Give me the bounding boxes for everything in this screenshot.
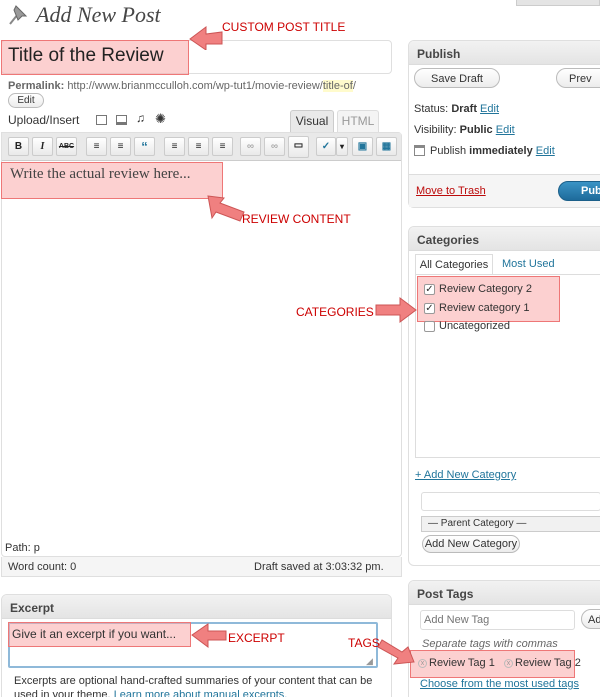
visibility-row: Visibility: Public Edit	[414, 124, 515, 136]
publish-button[interactable]: Pub	[558, 181, 600, 201]
excerpt-help: Excerpts are optional hand-crafted summa…	[14, 674, 384, 697]
unlink-button[interactable]: ∞	[264, 137, 285, 156]
excerpt-header: Excerpt	[2, 595, 391, 619]
align-right-button[interactable]: ≡	[212, 137, 233, 156]
add-new-category-link[interactable]: + Add New Category	[415, 469, 516, 481]
page-title: Add New Post	[36, 2, 161, 27]
tag-item-2: Review Tag 2	[515, 657, 581, 669]
bullet-list-button[interactable]: ≡	[86, 137, 107, 156]
add-audio-icon[interactable]: ♫	[136, 111, 145, 125]
categories-header: Categories	[409, 227, 600, 251]
resize-handle-icon[interactable]: ◢	[366, 656, 373, 667]
tab-all-categories[interactable]: All Categories	[415, 254, 493, 274]
fullscreen-button[interactable]: ▣	[352, 137, 373, 156]
tag-remove-icon-1[interactable]: x	[418, 659, 427, 668]
status-value: Draft	[451, 103, 477, 115]
tags-hint: Separate tags with commas	[422, 638, 558, 650]
tag-item-1: Review Tag 1	[429, 657, 495, 669]
status-row: Status: Draft Edit	[414, 103, 500, 115]
move-to-trash-link[interactable]: Move to Trash	[416, 185, 486, 197]
draft-saved-status: Draft saved at 3:03:32 pm.	[254, 561, 384, 573]
arrow-tags	[378, 639, 415, 665]
visibility-edit-link[interactable]: Edit	[496, 124, 515, 136]
arrow-title	[189, 26, 223, 50]
preview-button[interactable]: Prev	[556, 68, 600, 88]
editor-content-text: Write the actual review here...	[10, 166, 191, 182]
tab-most-used[interactable]: Most Used	[502, 258, 555, 270]
permalink-slug[interactable]: title-of	[322, 80, 353, 92]
annotation-content: REVIEW CONTENT	[242, 212, 351, 226]
permalink-row: Permalink: http://www.brianmcculloh.com/…	[8, 80, 356, 92]
italic-button[interactable]: I	[32, 137, 53, 156]
publish-date-row: Publish immediately Edit	[430, 145, 555, 157]
calendar-icon	[414, 145, 425, 156]
annotation-tags: TAGS	[348, 636, 380, 650]
publish-date-value: immediately	[469, 145, 533, 157]
bold-button[interactable]: B	[8, 137, 29, 156]
parent-category-select[interactable]: — Parent Category —	[421, 516, 600, 532]
tab-html[interactable]: HTML	[337, 110, 379, 132]
arrow-content	[207, 195, 245, 222]
tab-visual[interactable]: Visual	[290, 110, 334, 132]
blockquote-button[interactable]: “	[134, 137, 155, 156]
screen-options-tab[interactable]	[516, 0, 600, 6]
annotation-excerpt: EXCERPT	[228, 631, 285, 645]
permalink-tail: /	[352, 80, 356, 92]
permalink-label: Permalink:	[8, 80, 65, 92]
more-tag-button[interactable]: ▭	[288, 136, 309, 158]
annotation-categories: CATEGORIES	[296, 305, 374, 319]
kitchen-sink-button[interactable]: ▦	[376, 137, 397, 156]
excerpt-help-link[interactable]: Learn more about manual excerpts.	[114, 689, 288, 697]
annotation-title: CUSTOM POST TITLE	[222, 20, 346, 34]
permalink-edit-button[interactable]: Edit	[8, 93, 44, 108]
add-media-icon[interactable]: ✺	[155, 111, 166, 127]
add-new-category-button[interactable]: Add New Category	[422, 535, 520, 553]
category-label-3: Uncategorized	[439, 320, 510, 332]
add-video-icon[interactable]	[116, 115, 127, 125]
add-tag-button[interactable]: Ad	[581, 609, 600, 629]
arrow-categories	[375, 297, 417, 323]
category-label-2: Review category 1	[439, 302, 530, 314]
permalink-url: http://www.brianmcculloh.com/wp-tut1/mov…	[67, 80, 323, 92]
visibility-value: Public	[459, 124, 493, 136]
align-left-button[interactable]: ≡	[164, 137, 185, 156]
status-edit-link[interactable]: Edit	[480, 103, 499, 115]
category-label-1: Review Category 2	[439, 283, 532, 295]
new-category-input[interactable]	[421, 492, 600, 511]
category-checkbox-2[interactable]: ✓	[424, 303, 435, 314]
tag-remove-icon-2[interactable]: x	[504, 659, 513, 668]
align-center-button[interactable]: ≡	[188, 137, 209, 156]
word-count: Word count: 0	[8, 561, 77, 573]
new-tag-input[interactable]	[420, 610, 575, 630]
spellcheck-button[interactable]: ✓	[316, 137, 336, 156]
add-image-icon[interactable]	[96, 115, 107, 125]
post-tags-header: Post Tags	[409, 581, 600, 605]
spellcheck-dropdown[interactable]: ▾	[336, 137, 348, 156]
category-checkbox-3[interactable]	[424, 321, 435, 332]
upload-insert-label: Upload/Insert	[8, 113, 80, 127]
strikethrough-button[interactable]: ABC	[56, 137, 77, 156]
insert-link-button[interactable]: ∞	[240, 137, 261, 156]
numbered-list-button[interactable]: ≡	[110, 137, 131, 156]
excerpt-value: Give it an excerpt if you want...	[12, 627, 177, 641]
arrow-excerpt	[191, 623, 227, 648]
save-draft-button[interactable]: Save Draft	[414, 68, 500, 88]
title-value: Title of the Review	[8, 45, 164, 66]
category-checkbox-1[interactable]: ✓	[424, 284, 435, 295]
editor-path: Path: p	[5, 542, 40, 554]
most-used-tags-link[interactable]: Choose from the most used tags	[420, 678, 579, 690]
pushpin-icon	[4, 2, 32, 26]
publish-header: Publish	[409, 41, 600, 65]
publish-date-edit-link[interactable]: Edit	[536, 145, 555, 157]
